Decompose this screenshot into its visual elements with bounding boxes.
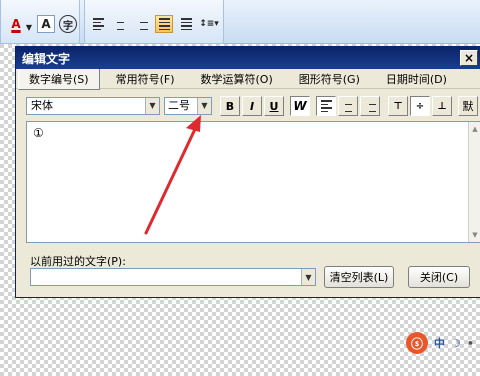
menu-date-time[interactable]: 日期时间(D) (376, 69, 457, 89)
valign-bottom-button[interactable]: ⊥ (432, 96, 452, 116)
clear-list-label: 清空列表(L) (329, 271, 389, 284)
align-left-button[interactable] (89, 15, 107, 33)
align-center-icon (115, 18, 126, 30)
outline-icon: W (293, 99, 307, 113)
brand-glyph: ⓢ (410, 336, 423, 351)
italic-icon: I (249, 99, 255, 113)
symbol-menubar: 数字编号(S) 常用符号(F) 数学运算符(O) 图形符号(G) 日期时间(D) (16, 67, 480, 90)
line-spacing-icon: ↕≡▾ (199, 19, 219, 29)
font-color-button[interactable]: A (7, 15, 25, 33)
chevron-down-icon[interactable]: ▼ (145, 98, 159, 114)
font-color-dropdown-icon[interactable]: ▼ (25, 18, 33, 36)
dialog-titlebar[interactable]: 编辑文字 × (16, 47, 480, 69)
char-shading-icon: A (41, 17, 51, 31)
default-label: 默 (462, 100, 474, 113)
default-button[interactable]: 默 (458, 96, 478, 116)
align-right-button[interactable] (133, 15, 151, 33)
scroll-up-icon[interactable]: ▲ (469, 123, 480, 135)
char-shading-button[interactable]: A (37, 15, 55, 33)
text-edit-area[interactable]: ① ▲ ▼ (26, 121, 480, 243)
brand-logo-icon: ⓢ (406, 332, 428, 354)
format-toolbar: 宋体 ▼ 二号 ▼ B I U W ⊤ ÷ ⊥ 默 (26, 95, 480, 117)
text-align-left-button[interactable] (316, 96, 336, 116)
text-align-right-icon (365, 100, 376, 112)
align-center-button[interactable] (111, 15, 129, 33)
app-toolbar: A ▼ A 字 ↕≡▾ (0, 0, 480, 44)
distribute-button[interactable] (177, 15, 195, 33)
ime-mode-label[interactable]: 中 (434, 335, 445, 351)
paragraph-toolbar-group: ↕≡▾ (84, 0, 224, 44)
size-dropdown-icon[interactable]: ▼ (197, 98, 211, 114)
text-align-left-icon (320, 100, 332, 112)
punctuation-icon[interactable]: • (467, 337, 474, 350)
valign-middle-button[interactable]: ÷ (410, 96, 430, 116)
bold-button[interactable]: B (220, 96, 240, 116)
font-color-icon: A (11, 17, 21, 31)
menu-math-operators[interactable]: 数学运算符(O) (191, 69, 283, 89)
close-button[interactable]: 关闭(C) (408, 266, 470, 288)
enclose-char-button[interactable]: 字 (59, 15, 77, 33)
menu-number-symbols[interactable]: 数字编号(S) (18, 67, 100, 90)
toolbar-partial-button[interactable] (3, 2, 17, 10)
align-left-icon (92, 18, 104, 30)
recent-text-combo[interactable]: ▼ (30, 268, 316, 286)
vertical-scrollbar[interactable]: ▲ ▼ (468, 122, 480, 242)
font-select-value: 宋体 (31, 99, 53, 112)
align-right-icon (137, 18, 148, 30)
moon-icon[interactable]: ☽ (451, 337, 461, 350)
italic-button[interactable]: I (242, 96, 262, 116)
bold-icon: B (225, 99, 235, 113)
scroll-down-icon[interactable]: ▼ (469, 229, 480, 241)
recent-text-label: 以前用过的文字(P): (30, 255, 126, 268)
valign-top-button[interactable]: ⊤ (388, 96, 408, 116)
font-size-value: 二号 (168, 99, 190, 112)
outline-button[interactable]: W (290, 96, 310, 116)
text-align-center-icon (343, 100, 354, 112)
clear-list-button[interactable]: 清空列表(L) (324, 266, 394, 288)
recent-dropdown-icon[interactable]: ▼ (301, 269, 315, 285)
valign-bottom-icon: ⊥ (437, 100, 447, 112)
ime-toolbar: ⓢ 中 ☽ • (368, 330, 480, 356)
text-align-right-button[interactable] (360, 96, 380, 116)
justify-button[interactable] (155, 15, 173, 33)
text-align-center-button[interactable] (338, 96, 358, 116)
underline-button[interactable]: U (264, 96, 284, 116)
text-content: ① (33, 126, 44, 140)
menu-graphic-symbols[interactable]: 图形符号(G) (289, 69, 370, 89)
valign-top-icon: ⊤ (393, 100, 403, 112)
font-toolbar-group: A ▼ A 字 (0, 0, 80, 44)
close-button-label: 关闭(C) (419, 271, 459, 284)
menu-common-symbols[interactable]: 常用符号(F) (106, 69, 185, 89)
underline-icon: U (269, 99, 279, 113)
enclose-char-icon: 字 (63, 20, 73, 32)
font-select[interactable]: 宋体 ▼ (26, 97, 160, 115)
close-glyph: × (463, 51, 475, 65)
justify-icon (158, 18, 170, 30)
font-size-select[interactable]: 二号 ▼ (164, 97, 212, 115)
dialog-title: 编辑文字 (22, 51, 71, 66)
valign-middle-icon: ÷ (415, 100, 425, 112)
line-spacing-button[interactable]: ↕≡▾ (197, 15, 221, 33)
close-icon[interactable]: × (460, 50, 478, 66)
edit-text-dialog: 编辑文字 × 数字编号(S) 常用符号(F) 数学运算符(O) 图形符号(G) … (15, 46, 480, 298)
distribute-icon (180, 18, 192, 30)
